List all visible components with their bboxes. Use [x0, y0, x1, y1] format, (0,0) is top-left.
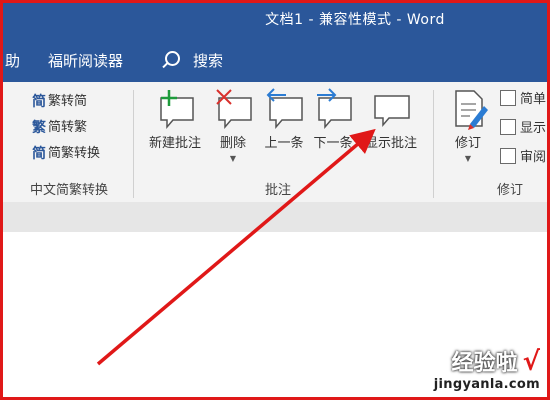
menu-item-foxit-reader[interactable]: 福昕阅读器 — [48, 50, 123, 71]
search-icon[interactable] — [165, 51, 180, 66]
delete-comment-label: 删除 — [219, 136, 246, 151]
watermark-url: jingyanla.com — [433, 377, 540, 392]
watermark: 经验啦 √ jingyanla.com — [434, 345, 540, 392]
menu-item-help[interactable]: 助 — [5, 50, 20, 71]
show-markup-icon — [500, 119, 516, 135]
show-comments-icon — [374, 95, 410, 128]
simplified-to-traditional-button[interactable]: 繁简转繁 — [30, 116, 87, 136]
previous-comment-label: 上一条 — [264, 136, 304, 151]
previous-comment-button[interactable]: 上一条 — [258, 86, 310, 151]
chevron-down-icon[interactable]: ▼ — [446, 154, 490, 163]
track-changes-button[interactable]: 修订 ▼ — [446, 86, 490, 163]
show-comments-button[interactable]: 显示批注 — [358, 86, 424, 151]
markup-simple-select[interactable]: 简单 — [500, 88, 546, 107]
new-comment-icon — [160, 90, 194, 130]
chinese-conversion-button[interactable]: 简简繁转换 — [30, 142, 100, 162]
show-markup-button[interactable]: 显示 — [500, 117, 546, 136]
reviewing-pane-icon — [500, 148, 516, 164]
window-title: 文档1 - 兼容性模式 - Word — [265, 12, 445, 28]
chevron-down-icon[interactable]: ▼ — [208, 154, 258, 163]
markup-icon — [500, 90, 516, 106]
traditional-to-simplified-label: 繁转简 — [48, 94, 88, 109]
chinese-conversion-group-label: 中文简繁转换 — [30, 183, 109, 198]
next-comment-label: 下一条 — [313, 136, 353, 151]
traditional-to-simplified-button[interactable]: 简繁转简 — [30, 90, 87, 110]
title-bar: 文档1 - 兼容性模式 - Word — [0, 0, 550, 38]
delete-comment-button[interactable]: 删除 ▼ — [208, 86, 258, 163]
next-comment-button[interactable]: 下一条 — [308, 86, 358, 151]
simplified-to-traditional-icon: 繁 — [32, 120, 46, 136]
search-label[interactable]: 搜索 — [193, 50, 223, 71]
track-changes-label: 修订 — [454, 136, 481, 151]
track-changes-icon — [455, 90, 488, 130]
checkmark-icon: √ — [522, 347, 540, 377]
new-comment-label: 新建批注 — [148, 136, 201, 151]
reviewing-pane-label: 审阅 — [520, 150, 547, 165]
group-divider — [433, 90, 434, 198]
group-divider — [133, 90, 134, 198]
menu-bar: 助 福昕阅读器 搜索 — [0, 38, 550, 82]
chinese-conversion-icon: 简 — [32, 146, 46, 162]
ruler-band — [0, 202, 550, 233]
simplified-to-traditional-label: 简转繁 — [48, 120, 88, 135]
delete-comment-icon — [216, 89, 252, 130]
previous-comment-icon — [266, 88, 303, 130]
markup-simple-label: 简单 — [520, 92, 547, 107]
traditional-to-simplified-icon: 简 — [32, 94, 46, 110]
show-comments-label: 显示批注 — [364, 136, 417, 151]
watermark-text: 经验啦 — [451, 351, 518, 376]
show-markup-label: 显示 — [520, 121, 547, 136]
next-comment-icon — [317, 88, 352, 130]
chinese-conversion-label: 简繁转换 — [48, 146, 101, 161]
comments-group-label: 批注 — [265, 183, 292, 198]
reviewing-pane-button[interactable]: 审阅 — [500, 146, 546, 165]
tracking-group-label: 修订 — [497, 183, 524, 198]
ribbon: 简繁转简 繁简转繁 简简繁转换 中文简繁转换 新建批注 删除 ▼ 上一条 下一条… — [0, 82, 550, 203]
new-comment-button[interactable]: 新建批注 — [142, 86, 208, 151]
